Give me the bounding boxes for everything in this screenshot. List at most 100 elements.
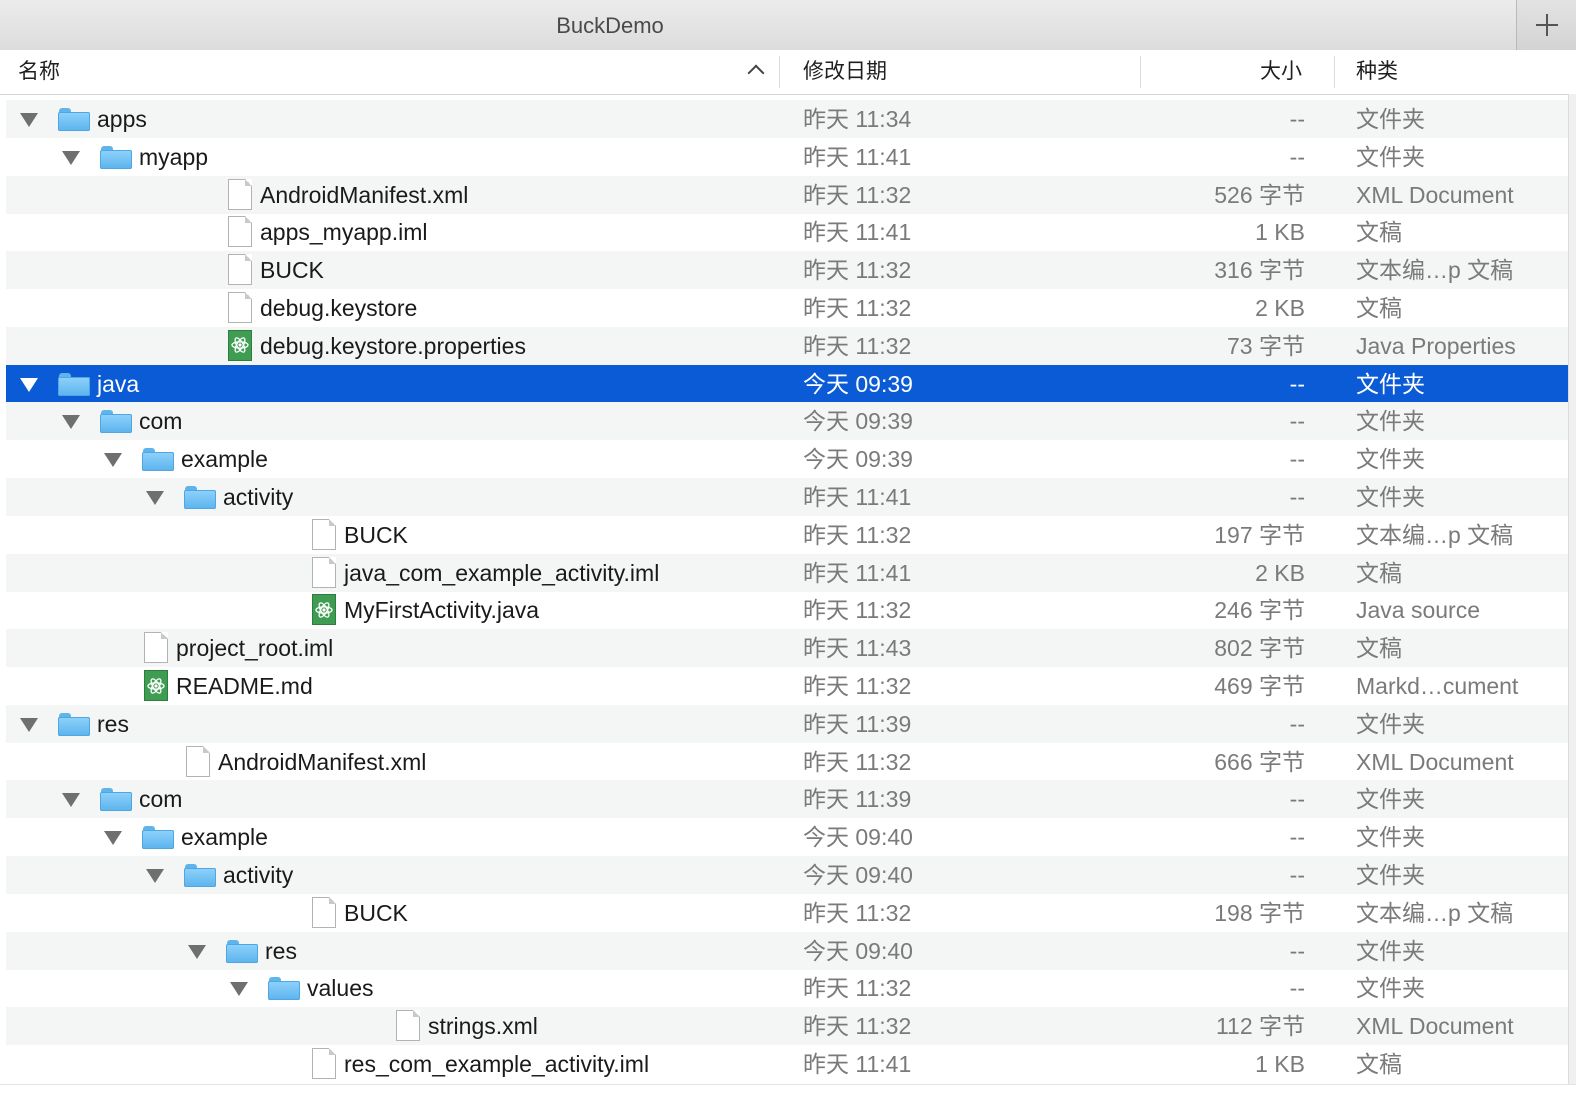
file-row[interactable]: java 今天 09:39 -- 文件夹 [6, 364, 1568, 403]
plus-icon [1536, 14, 1558, 36]
file-name: res_com_example_activity.iml [344, 1051, 650, 1077]
file-row[interactable]: activity 昨天 11:41 -- 文件夹 [6, 478, 1568, 516]
column-divider[interactable] [779, 56, 780, 88]
file-row[interactable]: com 昨天 11:39 -- 文件夹 [6, 780, 1568, 819]
file-date: 昨天 11:34 [803, 106, 912, 132]
file-row[interactable]: BUCK 昨天 11:32 197 字节 文本编…p 文稿 [6, 516, 1568, 554]
atom-file-icon [228, 329, 252, 361]
file-row[interactable]: res 今天 09:40 -- 文件夹 [6, 931, 1568, 970]
column-header-date[interactable]: 修改日期 [803, 50, 887, 94]
file-date: 昨天 11:32 [803, 295, 912, 321]
file-row[interactable]: debug.keystore 昨天 11:32 2 KB 文稿 [6, 289, 1568, 327]
file-date: 昨天 11:32 [803, 332, 912, 359]
file-size: -- [1289, 710, 1305, 737]
disclosure-expanded-icon[interactable] [146, 491, 164, 505]
file-kind: 文件夹 [1356, 937, 1425, 964]
file-size: 526 字节 [1214, 181, 1305, 208]
folder-icon [58, 108, 90, 131]
file-row[interactable]: values 昨天 11:32 -- 文件夹 [6, 969, 1568, 1007]
file-row[interactable]: project_root.iml 昨天 11:43 802 字节 文稿 [6, 629, 1568, 668]
file-kind: 文稿 [1356, 1051, 1402, 1077]
file-name: values [307, 975, 374, 1002]
file-row[interactable]: apps_myapp.iml 昨天 11:41 1 KB 文稿 [6, 213, 1568, 251]
file-kind: XML Document [1356, 181, 1514, 208]
file-kind: 文件夹 [1356, 786, 1425, 813]
file-date: 今天 09:39 [803, 408, 913, 435]
disclosure-expanded-icon[interactable] [20, 717, 38, 732]
document-icon [228, 254, 252, 286]
disclosure-expanded-icon[interactable] [104, 831, 122, 846]
file-date: 昨天 11:32 [803, 181, 912, 208]
disclosure-expanded-icon[interactable] [20, 377, 38, 392]
sort-ascending-icon[interactable] [747, 64, 765, 82]
file-row[interactable]: res 昨天 11:39 -- 文件夹 [6, 704, 1568, 743]
file-size: -- [1289, 824, 1305, 851]
column-divider[interactable] [1334, 56, 1335, 88]
file-kind: 文稿 [1356, 559, 1402, 586]
file-name: activity [223, 862, 294, 888]
file-name: BUCK [344, 899, 408, 926]
column-divider[interactable] [1140, 56, 1141, 88]
file-row[interactable]: strings.xml 昨天 11:32 112 字节 XML Document [6, 1007, 1568, 1046]
file-row[interactable]: MyFirstActivity.java 昨天 11:32 246 字节 Java s… [6, 591, 1568, 629]
scrollbar-track[interactable] [1568, 94, 1576, 1102]
column-header-name[interactable]: 名称 [18, 50, 60, 94]
new-tab-button[interactable] [1516, 0, 1576, 50]
window-title: BuckDemo [556, 13, 664, 38]
file-date: 昨天 11:41 [803, 219, 912, 246]
file-size: 198 字节 [1214, 899, 1305, 926]
column-header-size[interactable]: 大小 [1260, 50, 1302, 94]
disclosure-expanded-icon[interactable] [62, 415, 80, 430]
file-name: res [265, 937, 297, 964]
folder-icon [100, 145, 132, 169]
title-bar[interactable]: BuckDemo [0, 0, 1576, 51]
file-row[interactable]: com 今天 09:39 -- 文件夹 [6, 402, 1568, 441]
file-kind: XML Document [1356, 1013, 1514, 1040]
file-row[interactable]: activity 今天 09:40 -- 文件夹 [6, 856, 1568, 894]
disclosure-expanded-icon[interactable] [62, 793, 80, 808]
disclosure-expanded-icon[interactable] [146, 869, 164, 883]
folder-icon [226, 939, 258, 963]
file-kind: 文本编…p 文稿 [1356, 257, 1514, 284]
file-row[interactable]: BUCK 昨天 11:32 316 字节 文本编…p 文稿 [6, 251, 1568, 290]
atom-file-icon [312, 594, 336, 626]
file-kind: Markd…cument [1356, 673, 1519, 699]
file-kind: 文件夹 [1356, 106, 1425, 132]
file-row[interactable]: BUCK 昨天 11:32 198 字节 文本编…p 文稿 [6, 894, 1568, 932]
disclosure-expanded-icon[interactable] [188, 944, 206, 959]
file-row[interactable]: AndroidManifest.xml 昨天 11:32 526 字节 XML Doc… [6, 175, 1568, 214]
document-icon [228, 216, 252, 248]
file-name: strings.xml [428, 1013, 538, 1040]
folder-icon [142, 826, 174, 850]
file-row[interactable]: res_com_example_activity.iml 昨天 11:41 1 KB… [6, 1045, 1568, 1083]
file-row[interactable]: debug.keystore.properties 昨天 11:32 73 字节 Ja… [6, 326, 1568, 365]
file-row[interactable]: java_com_example_activity.iml 昨天 11:41 2 K… [6, 553, 1568, 592]
file-size: 112 字节 [1215, 1013, 1305, 1040]
disclosure-expanded-icon[interactable] [230, 982, 248, 997]
file-kind: 文件夹 [1356, 975, 1425, 1002]
file-row[interactable]: README.md 昨天 11:32 469 字节 Markd…cument [6, 667, 1568, 705]
folder-icon [268, 977, 300, 1001]
file-row[interactable]: example 今天 09:39 -- 文件夹 [6, 440, 1568, 478]
file-row[interactable]: myapp 昨天 11:41 -- 文件夹 [6, 138, 1568, 176]
file-name: myapp [139, 143, 209, 170]
file-row[interactable]: example 今天 09:40 -- 文件夹 [6, 818, 1568, 856]
file-date: 昨天 11:41 [803, 143, 912, 170]
file-kind: 文件夹 [1356, 484, 1425, 510]
file-kind: 文稿 [1356, 295, 1402, 321]
document-icon [312, 556, 336, 588]
disclosure-expanded-icon[interactable] [20, 113, 38, 127]
file-size: -- [1289, 408, 1305, 435]
file-size: -- [1289, 143, 1305, 170]
column-header-kind[interactable]: 种类 [1356, 50, 1398, 94]
file-row[interactable]: AndroidManifest.xml 昨天 11:32 666 字节 XML Doc… [6, 743, 1568, 781]
bottom-edge [0, 1084, 1576, 1102]
file-kind: 文件夹 [1356, 143, 1425, 170]
file-size: 1 KB [1255, 1051, 1305, 1077]
disclosure-expanded-icon[interactable] [62, 150, 80, 165]
disclosure-expanded-icon[interactable] [104, 453, 122, 468]
file-row[interactable]: apps 昨天 11:34 -- 文件夹 [6, 100, 1568, 138]
file-size: -- [1289, 786, 1305, 813]
atom-file-icon [144, 670, 168, 701]
file-size: 1 KB [1255, 219, 1305, 246]
